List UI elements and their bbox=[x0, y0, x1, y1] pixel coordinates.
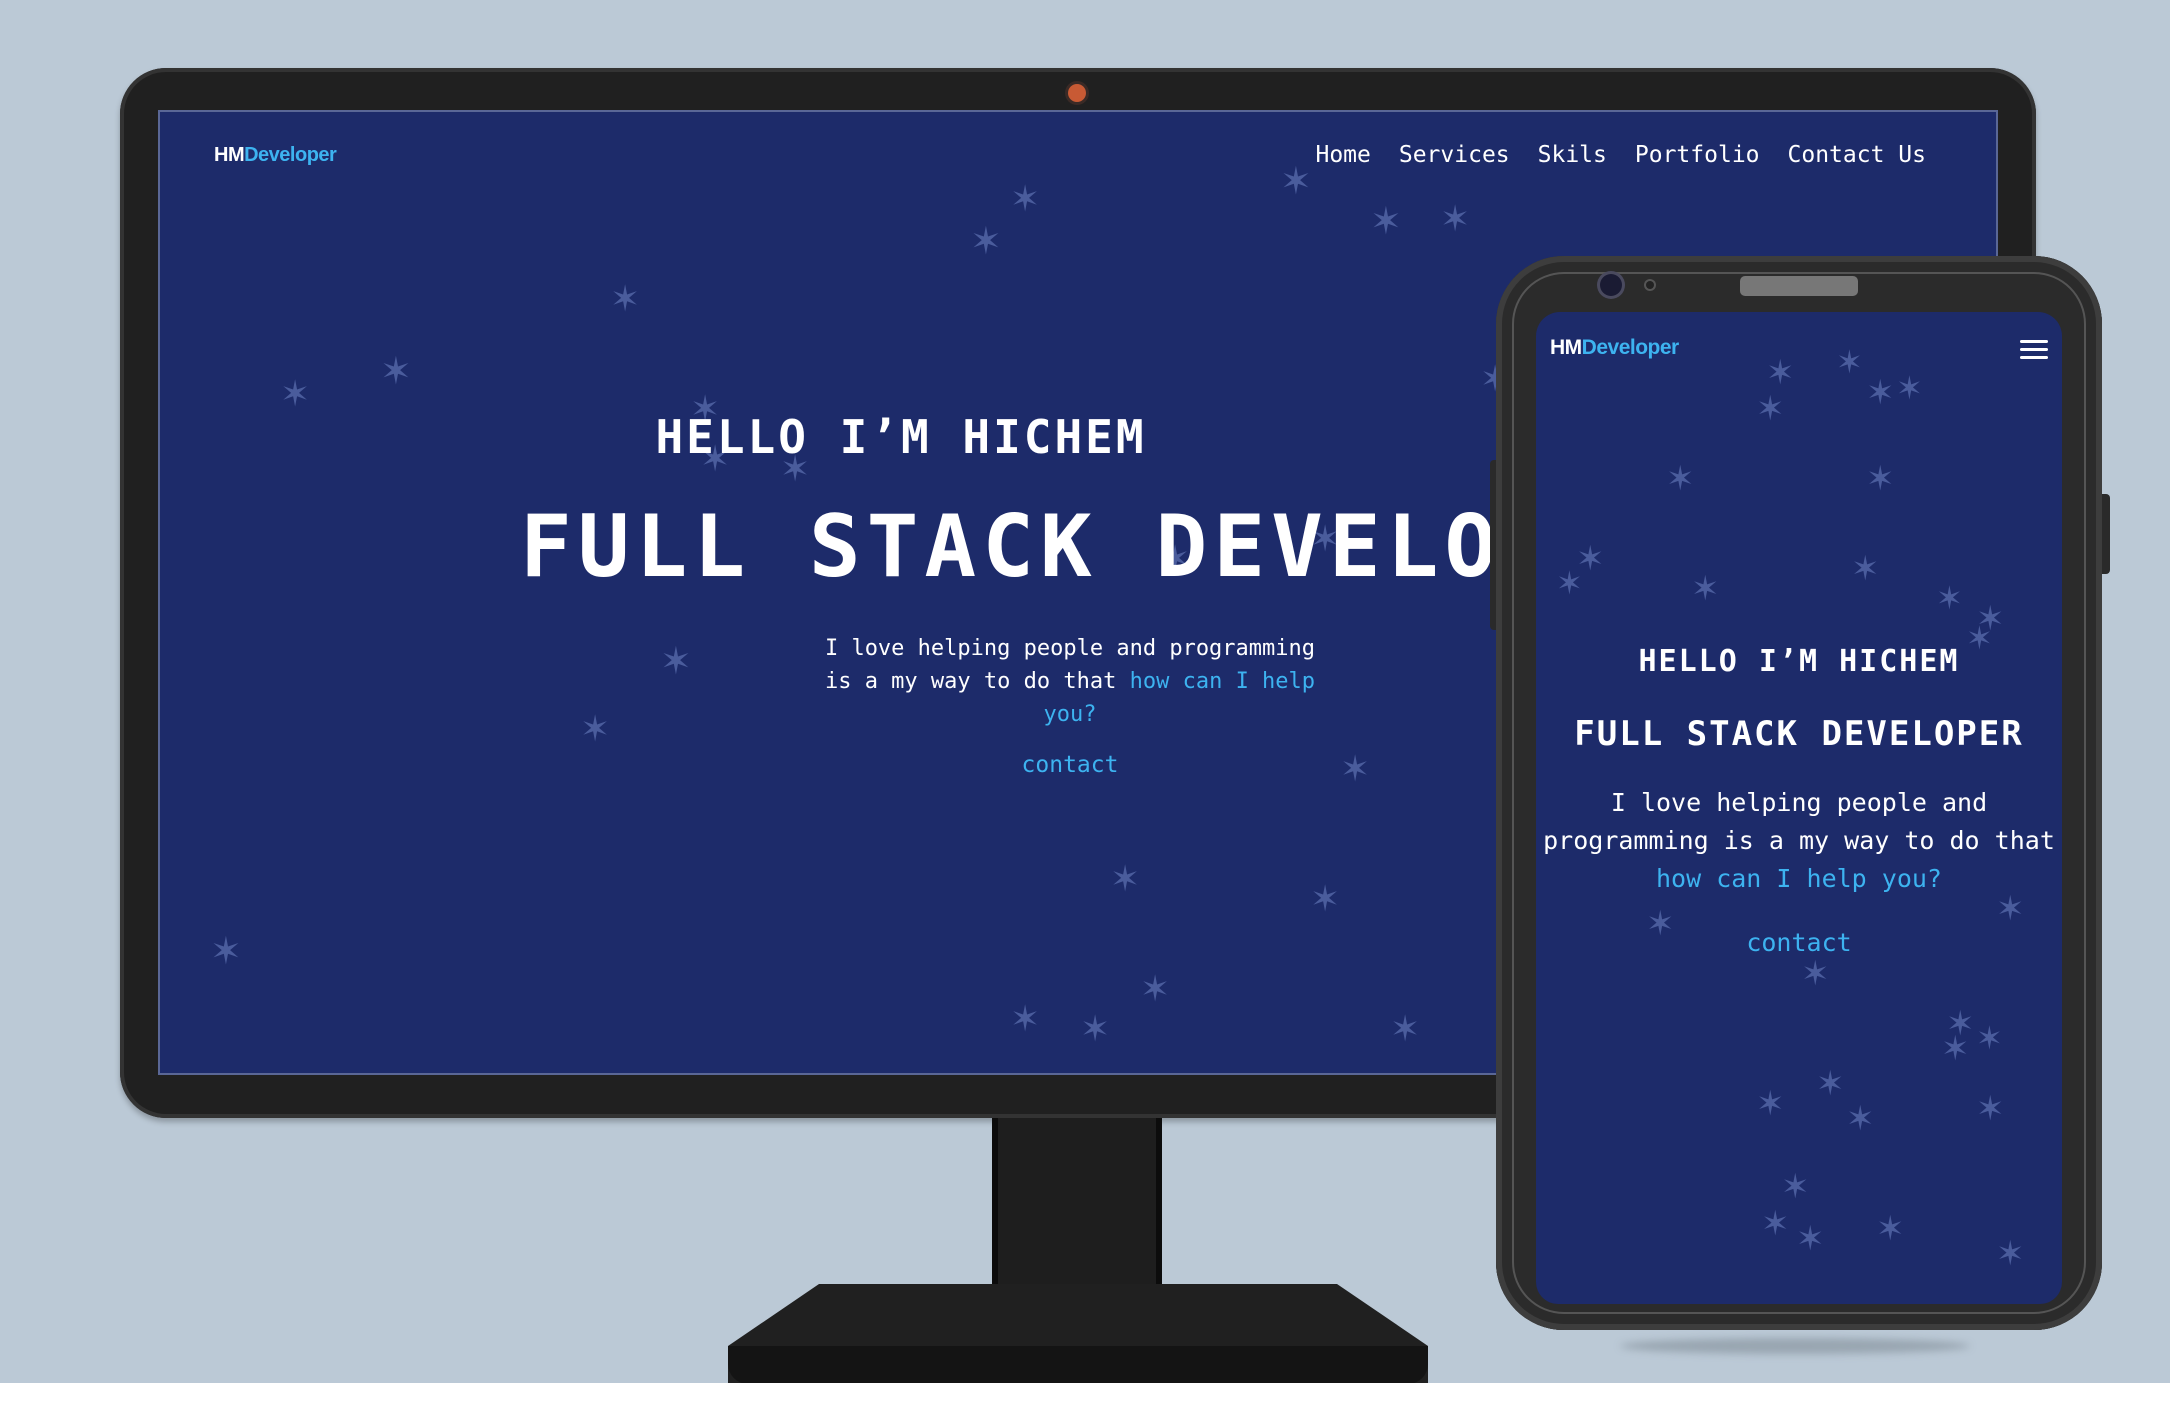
mobile-hero-greeting: HELLO I’M HICHEM bbox=[1638, 644, 1960, 679]
star-icon: ✶ bbox=[1816, 1064, 1845, 1104]
mobile-site-logo[interactable]: HMDeveloper bbox=[1550, 336, 1679, 360]
star-icon: ✶ bbox=[1691, 569, 1720, 609]
logo-developer: Developer bbox=[244, 144, 337, 166]
logo-hm: HM bbox=[1550, 336, 1582, 359]
star-icon: ✶ bbox=[1936, 579, 1963, 617]
star-icon: ✶ bbox=[1310, 879, 1341, 920]
star-icon: ✶ bbox=[970, 219, 1002, 263]
phone-shadow bbox=[1620, 1338, 1970, 1354]
webcam-icon bbox=[1068, 84, 1086, 102]
nav-contact-us[interactable]: Contact Us bbox=[1788, 142, 1926, 168]
star-icon: ✶ bbox=[1370, 199, 1402, 243]
star-icon: ✶ bbox=[1756, 389, 1785, 429]
star-icon: ✶ bbox=[380, 349, 412, 393]
star-icon: ✶ bbox=[1010, 999, 1041, 1040]
star-icon: ✶ bbox=[1866, 459, 1895, 499]
star-icon: ✶ bbox=[1836, 343, 1863, 381]
star-icon: ✶ bbox=[1941, 1029, 1970, 1069]
phone-speaker bbox=[1740, 276, 1858, 296]
star-icon: ✶ bbox=[1761, 1204, 1790, 1244]
star-icon: ✶ bbox=[1846, 1099, 1875, 1139]
star-icon: ✶ bbox=[210, 929, 242, 973]
star-icon: ✶ bbox=[1976, 1089, 2005, 1129]
mobile-hero-description: I love helping people and programming is… bbox=[1536, 784, 2062, 898]
mobile-hero-contact-link[interactable]: contact bbox=[1536, 928, 2062, 957]
desktop-nav: Home Services Skils Portfolio Contact Us bbox=[1315, 142, 1926, 168]
hamburger-menu-icon[interactable] bbox=[2020, 340, 2048, 360]
star-icon: ✶ bbox=[1280, 159, 1312, 203]
star-icon: ✶ bbox=[610, 279, 641, 320]
logo-hm: HM bbox=[214, 144, 245, 166]
star-icon: ✶ bbox=[1340, 749, 1371, 790]
star-icon: ✶ bbox=[1781, 1167, 1810, 1207]
star-icon: ✶ bbox=[1440, 199, 1471, 240]
star-icon: ✶ bbox=[660, 639, 692, 683]
mobile-hero-help-link[interactable]: how can I help you? bbox=[1656, 864, 1942, 893]
star-icon: ✶ bbox=[1110, 859, 1141, 900]
star-icon: ✶ bbox=[1896, 369, 1923, 407]
mobile-hero-description-text: I love helping people and programming is… bbox=[1543, 788, 2055, 855]
hero-description: I love helping people and programming is… bbox=[815, 632, 1325, 731]
star-icon: ✶ bbox=[1801, 954, 1830, 994]
star-icon: ✶ bbox=[1996, 1234, 2025, 1274]
logo-developer: Developer bbox=[1581, 336, 1680, 359]
star-icon: ✶ bbox=[1876, 1209, 1905, 1249]
monitor-stand-foot bbox=[728, 1346, 1428, 1383]
star-icon: ✶ bbox=[580, 709, 611, 750]
mockup-scene: ✶ ✶ ✶ ✶ ✶ ✶ ✶ ✶ ✶ ✶ ✶ ✶ ✶ ✶ ✶ ✶ ✶ ✶ ✶ ✶ … bbox=[0, 0, 2170, 1383]
nav-skills[interactable]: Skils bbox=[1538, 142, 1607, 168]
star-icon: ✶ bbox=[1556, 564, 1583, 602]
star-icon: ✶ bbox=[1390, 1009, 1421, 1050]
star-icon: ✶ bbox=[1766, 353, 1795, 393]
star-icon: ✶ bbox=[280, 374, 311, 415]
nav-services[interactable]: Services bbox=[1399, 142, 1510, 168]
nav-portfolio[interactable]: Portfolio bbox=[1635, 142, 1760, 168]
star-icon: ✶ bbox=[1976, 1019, 2003, 1057]
hero-contact-link[interactable]: contact bbox=[815, 752, 1325, 778]
star-icon: ✶ bbox=[1666, 459, 1695, 499]
nav-home[interactable]: Home bbox=[1315, 142, 1370, 168]
site-logo[interactable]: HMDeveloper bbox=[214, 144, 337, 167]
star-icon: ✶ bbox=[1080, 1009, 1111, 1050]
star-icon: ✶ bbox=[1756, 1084, 1785, 1124]
mobile-hero-title: FULL STACK DEVELOPER bbox=[1574, 714, 2024, 754]
mobile-screen: ✶ ✶ ✶ ✶ ✶ ✶ ✶ ✶ ✶ ✶ ✶ ✶ ✶ ✶ ✶ ✶ ✶ ✶ ✶ ✶ … bbox=[1536, 312, 2062, 1304]
star-icon: ✶ bbox=[1851, 549, 1880, 589]
star-icon: ✶ bbox=[1140, 969, 1171, 1010]
sensor-icon bbox=[1646, 281, 1654, 289]
hero-greeting: HELLO I’M HICHEM bbox=[655, 410, 1147, 464]
star-icon: ✶ bbox=[1010, 179, 1041, 220]
star-icon: ✶ bbox=[1866, 373, 1895, 413]
front-camera-icon bbox=[1600, 274, 1622, 296]
star-icon: ✶ bbox=[1796, 1219, 1825, 1259]
